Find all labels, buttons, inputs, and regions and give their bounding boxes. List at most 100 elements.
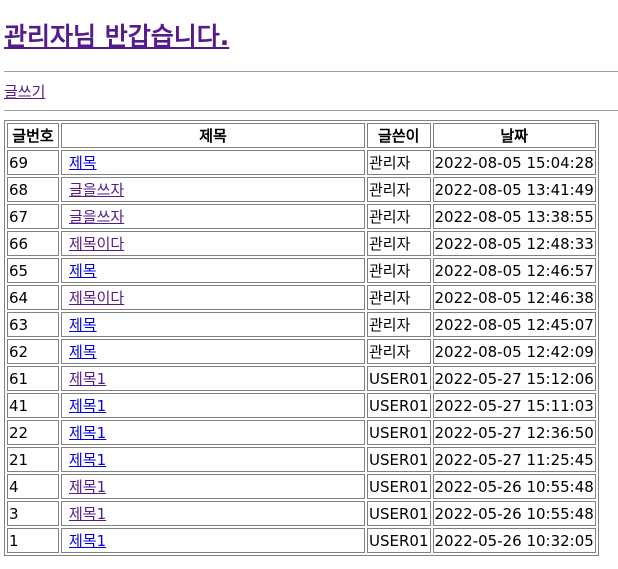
post-writer: USER01 [367, 474, 431, 499]
post-number: 4 [7, 474, 59, 499]
post-number: 22 [7, 420, 59, 445]
post-title-link[interactable]: 글을쓰자 [69, 208, 124, 226]
table-row: 22 제목1 USER01 2022-05-27 12:36:50 [7, 420, 596, 445]
post-number: 67 [7, 204, 59, 229]
post-number: 21 [7, 447, 59, 472]
post-number: 65 [7, 258, 59, 283]
post-writer: USER01 [367, 366, 431, 391]
table-row: 69 제목 관리자 2022-08-05 15:04:28 [7, 150, 596, 175]
post-title-link[interactable]: 제목1 [69, 532, 106, 550]
post-title-cell: 제목1 [61, 528, 365, 553]
table-row: 68 글을쓰자 관리자 2022-08-05 13:41:49 [7, 177, 596, 202]
post-number: 68 [7, 177, 59, 202]
post-date: 2022-08-05 13:41:49 [432, 177, 596, 202]
post-title-link[interactable]: 제목1 [69, 451, 106, 469]
table-row: 4 제목1 USER01 2022-05-26 10:55:48 [7, 474, 596, 499]
post-title-link[interactable]: 제목1 [69, 505, 106, 523]
table-row: 64 제목이다 관리자 2022-08-05 12:46:38 [7, 285, 596, 310]
post-title-cell: 제목이다 [61, 285, 365, 310]
post-title-link[interactable]: 제목 [69, 154, 97, 172]
post-number: 1 [7, 528, 59, 553]
post-number: 62 [7, 339, 59, 364]
table-row: 61 제목1 USER01 2022-05-27 15:12:06 [7, 366, 596, 391]
post-title-link[interactable]: 제목1 [69, 370, 106, 388]
post-title-link[interactable]: 제목1 [69, 478, 106, 496]
post-writer: 관리자 [367, 312, 431, 337]
post-date: 2022-05-26 10:55:48 [432, 501, 596, 526]
post-number: 63 [7, 312, 59, 337]
divider-bottom [4, 110, 618, 111]
post-writer: 관리자 [367, 258, 431, 283]
table-row: 3 제목1 USER01 2022-05-26 10:55:48 [7, 501, 596, 526]
post-number: 66 [7, 231, 59, 256]
post-title-link[interactable]: 제목 [69, 343, 97, 361]
page-title: 관리자님 반갑습니다. [4, 18, 229, 56]
post-writer: USER01 [367, 420, 431, 445]
post-title-cell: 글을쓰자 [61, 177, 365, 202]
post-title-cell: 제목 [61, 339, 365, 364]
post-title-cell: 제목1 [61, 474, 365, 499]
post-table: 글번호 제목 글쓴이 날짜 69 제목 관리자 2022-08-05 15:04:… [4, 120, 599, 556]
post-title-link[interactable]: 제목1 [69, 397, 106, 415]
post-date: 2022-08-05 12:45:07 [432, 312, 596, 337]
post-date: 2022-05-26 10:32:05 [432, 528, 596, 553]
welcome-link[interactable]: 관리자님 반갑습니다. [4, 22, 229, 51]
post-title-cell: 제목 [61, 150, 365, 175]
post-title-link[interactable]: 제목 [69, 316, 97, 334]
post-date: 2022-05-27 15:12:06 [432, 366, 596, 391]
post-writer: 관리자 [367, 204, 431, 229]
post-date: 2022-08-05 12:46:57 [432, 258, 596, 283]
table-row: 62 제목 관리자 2022-08-05 12:42:09 [7, 339, 596, 364]
post-date: 2022-08-05 12:48:33 [432, 231, 596, 256]
post-title-link[interactable]: 글을쓰자 [69, 181, 124, 199]
post-date: 2022-08-05 12:46:38 [432, 285, 596, 310]
write-post-link[interactable]: 글쓰기 [4, 82, 45, 102]
post-title-cell: 글을쓰자 [61, 204, 365, 229]
post-date: 2022-08-05 12:42:09 [432, 339, 596, 364]
table-header-row: 글번호 제목 글쓴이 날짜 [7, 123, 596, 148]
post-number: 61 [7, 366, 59, 391]
column-header-title: 제목 [61, 123, 365, 148]
post-date: 2022-05-27 15:11:03 [432, 393, 596, 418]
table-row: 65 제목 관리자 2022-08-05 12:46:57 [7, 258, 596, 283]
post-writer: USER01 [367, 501, 431, 526]
post-date: 2022-05-27 11:25:45 [432, 447, 596, 472]
post-number: 64 [7, 285, 59, 310]
post-date: 2022-05-26 10:55:48 [432, 474, 596, 499]
post-writer: 관리자 [367, 285, 431, 310]
post-number: 69 [7, 150, 59, 175]
post-title-cell: 제목1 [61, 447, 365, 472]
table-row: 63 제목 관리자 2022-08-05 12:45:07 [7, 312, 596, 337]
table-row: 41 제목1 USER01 2022-05-27 15:11:03 [7, 393, 596, 418]
post-title-cell: 제목이다 [61, 231, 365, 256]
post-title-cell: 제목1 [61, 393, 365, 418]
post-title-cell: 제목1 [61, 366, 365, 391]
post-number: 41 [7, 393, 59, 418]
post-number: 3 [7, 501, 59, 526]
table-row: 1 제목1 USER01 2022-05-26 10:32:05 [7, 528, 596, 553]
post-date: 2022-08-05 15:04:28 [432, 150, 596, 175]
post-writer: 관리자 [367, 150, 431, 175]
table-row: 21 제목1 USER01 2022-05-27 11:25:45 [7, 447, 596, 472]
post-writer: USER01 [367, 447, 431, 472]
post-date: 2022-05-27 12:36:50 [432, 420, 596, 445]
table-row: 67 글을쓰자 관리자 2022-08-05 13:38:55 [7, 204, 596, 229]
post-title-cell: 제목1 [61, 420, 365, 445]
post-title-cell: 제목 [61, 312, 365, 337]
post-title-link[interactable]: 제목 [69, 262, 97, 280]
post-title-cell: 제목1 [61, 501, 365, 526]
post-writer: USER01 [367, 393, 431, 418]
post-rows: 69 제목 관리자 2022-08-05 15:04:28 68 글을쓰자 관리자 2… [7, 150, 596, 553]
post-writer: 관리자 [367, 177, 431, 202]
post-title-link[interactable]: 제목이다 [69, 289, 124, 307]
post-title-cell: 제목 [61, 258, 365, 283]
post-writer: USER01 [367, 528, 431, 553]
post-writer: 관리자 [367, 231, 431, 256]
post-writer: 관리자 [367, 339, 431, 364]
post-title-link[interactable]: 제목이다 [69, 235, 124, 253]
column-header-date: 날짜 [432, 123, 596, 148]
table-row: 66 제목이다 관리자 2022-08-05 12:48:33 [7, 231, 596, 256]
column-header-writer: 글쓴이 [367, 123, 431, 148]
divider-top [4, 71, 618, 72]
post-title-link[interactable]: 제목1 [69, 424, 106, 442]
